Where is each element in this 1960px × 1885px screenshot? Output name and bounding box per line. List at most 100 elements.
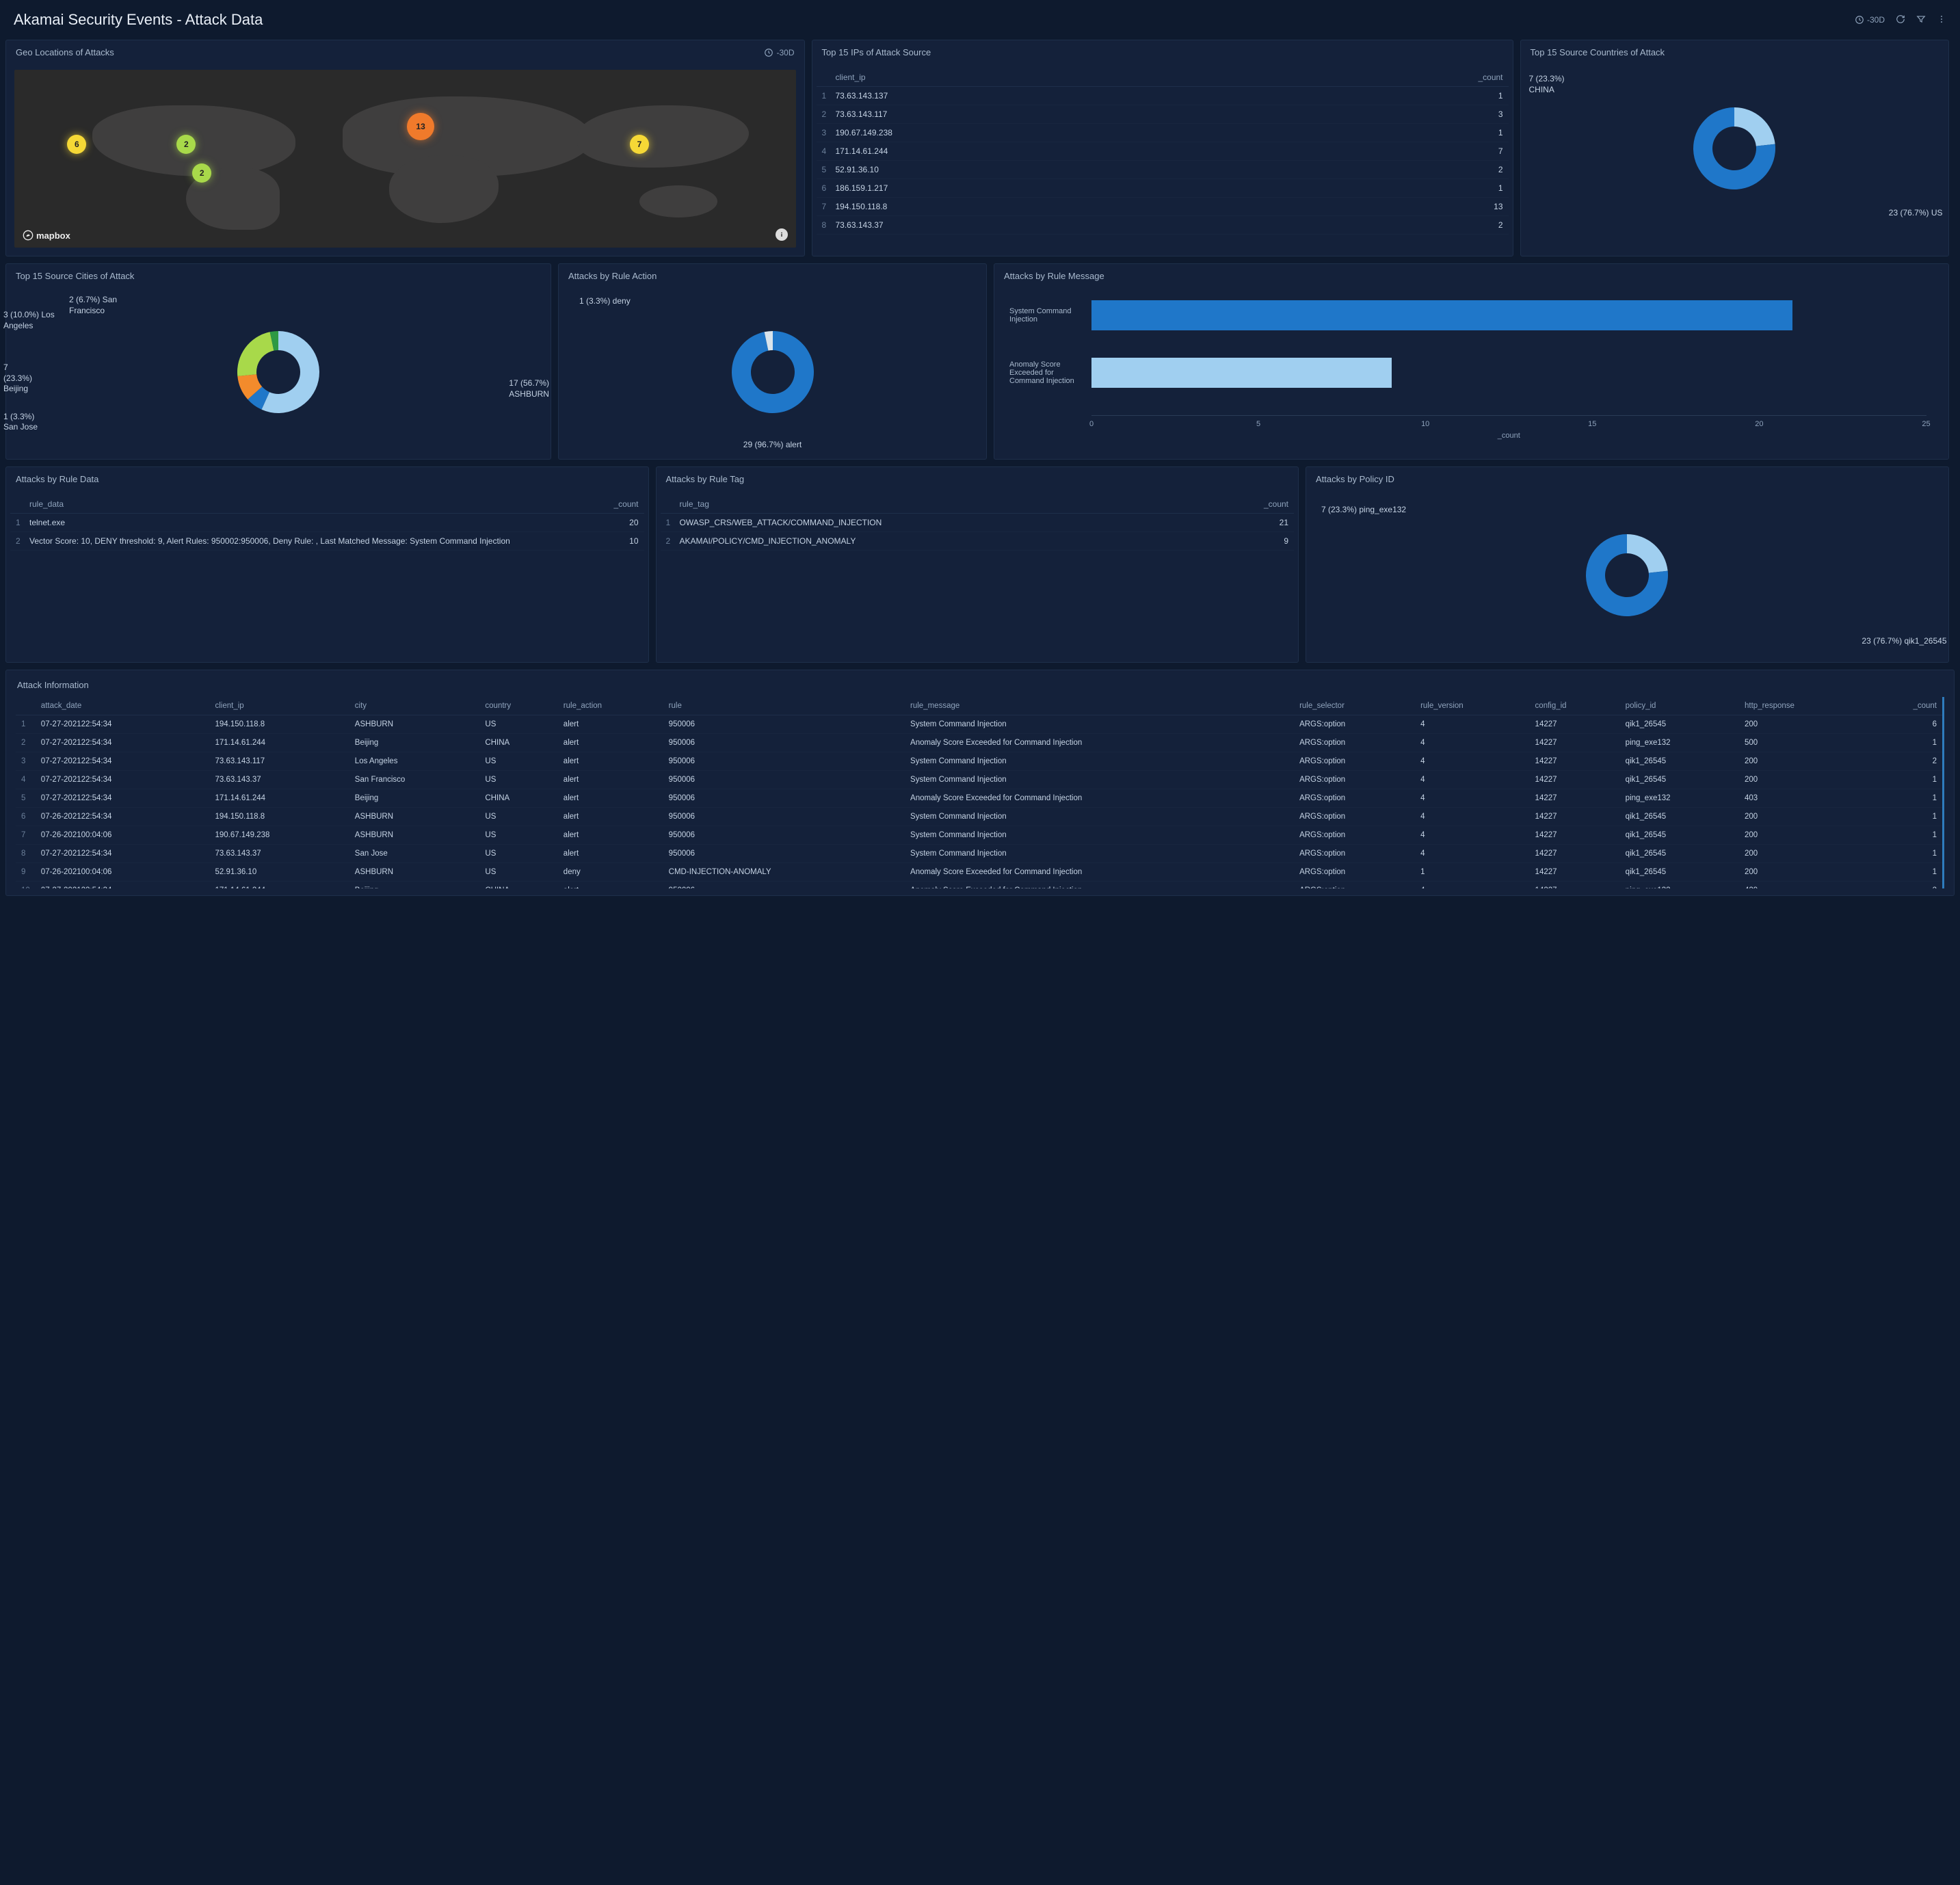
chart-label: 1 (3.3%)San Jose: [3, 412, 38, 433]
panel-top-countries: Top 15 Source Countries of Attack 7 (23.…: [1520, 40, 1949, 256]
table-row[interactable]: 873.63.143.372: [817, 216, 1509, 235]
panel-title: Attacks by Policy ID: [1316, 474, 1394, 484]
page-header: Akamai Security Events - Attack Data -30…: [5, 5, 1955, 40]
panel-rule-data: Attacks by Rule Data rule_data _count 1t…: [5, 466, 649, 663]
info-icon: [778, 230, 786, 239]
table-row[interactable]: 273.63.143.1173: [817, 105, 1509, 124]
donut-policy-id[interactable]: 7 (23.3%) ping_exe13223 (76.7%) qik1_265…: [1314, 497, 1940, 654]
chart-label: 29 (96.7%) alert: [743, 440, 802, 451]
panel-rule-tag: Attacks by Rule Tag rule_tag _count 1OWA…: [656, 466, 1299, 663]
mapbox-logo: mapbox: [23, 230, 70, 241]
chart-label: 17 (56.7%)ASHBURN: [509, 378, 549, 399]
map-info-button[interactable]: [776, 228, 788, 241]
map-bubble[interactable]: 6: [67, 135, 86, 154]
table-row[interactable]: 2Vector Score: 10, DENY threshold: 9, Al…: [10, 532, 644, 551]
chart-label: 23 (76.7%) US: [1889, 208, 1943, 219]
table-row[interactable]: 173.63.143.1371: [817, 87, 1509, 105]
rule-tag-table: rule_tag _count 1OWASP_CRS/WEB_ATTACK/CO…: [661, 495, 1295, 551]
col-city[interactable]: city: [349, 697, 480, 715]
attack-info-table: attack_dateclient_ipcitycountryrule_acti…: [16, 697, 1942, 888]
table-row[interactable]: 807-27-202122:54:3473.63.143.37San JoseU…: [16, 845, 1942, 863]
table-row[interactable]: 4171.14.61.2447: [817, 142, 1509, 161]
chart-label: 7(23.3%)Beijing: [3, 362, 32, 395]
table-row[interactable]: 1telnet.exe20: [10, 514, 644, 532]
panel-title: Attacks by Rule Message: [1004, 271, 1104, 281]
table-row[interactable]: 907-26-202100:04:0652.91.36.10ASHBURNUSd…: [16, 863, 1942, 882]
col-config_id[interactable]: config_id: [1530, 697, 1620, 715]
chart-label: 23 (76.7%) qik1_26545: [1862, 636, 1946, 647]
donut-rule-action[interactable]: 29 (96.7%) alert 1 (3.3%) deny: [567, 293, 978, 451]
map-bubble[interactable]: 2: [192, 163, 211, 183]
col-rule_action[interactable]: rule_action: [558, 697, 663, 715]
panel-title: Top 15 Source Cities of Attack: [16, 271, 134, 281]
bar-chart-rule-message[interactable]: System Command Injection Anomaly Score Ex…: [1003, 293, 1940, 443]
col-rule_selector[interactable]: rule_selector: [1294, 697, 1415, 715]
col-http_response[interactable]: http_response: [1739, 697, 1868, 715]
table-row[interactable]: 307-27-202122:54:3473.63.143.117Los Ange…: [16, 752, 1942, 771]
table-row[interactable]: 2AKAMAI/POLICY/CMD_INJECTION_ANOMALY9: [661, 532, 1295, 551]
filter-icon: [1916, 14, 1926, 24]
refresh-button[interactable]: [1896, 14, 1905, 26]
chart-label: 3 (10.0%) LosAngeles: [3, 310, 55, 331]
panel-time-range[interactable]: -30D: [764, 48, 794, 57]
chart-label: 2 (6.7%) SanFrancisco: [69, 295, 117, 316]
filter-button[interactable]: [1916, 14, 1926, 26]
col-country[interactable]: country: [479, 697, 557, 715]
panel-top-ips: Top 15 IPs of Attack Source client_ip _c…: [812, 40, 1513, 256]
chart-label: 7 (23.3%)CHINA: [1529, 74, 1565, 95]
table-row[interactable]: 707-26-202100:04:06190.67.149.238ASHBURN…: [16, 826, 1942, 845]
table-row[interactable]: 607-26-202122:54:34194.150.118.8ASHBURNU…: [16, 808, 1942, 826]
donut-cities[interactable]: 17 (56.7%)ASHBURN2 (6.7%) SanFrancisco3 …: [14, 293, 542, 451]
table-row[interactable]: 507-27-202122:54:34171.14.61.244BeijingC…: [16, 789, 1942, 808]
map-bubble[interactable]: 2: [176, 135, 196, 154]
col-_count[interactable]: _count: [1868, 697, 1942, 715]
panel-geo-locations: Geo Locations of Attacks -30D: [5, 40, 805, 256]
col-count[interactable]: _count: [602, 495, 644, 514]
col-rule-tag[interactable]: rule_tag: [674, 495, 1206, 514]
table-row[interactable]: 552.91.36.102: [817, 161, 1509, 179]
top-ips-table: client_ip _count 173.63.143.1371273.63.1…: [817, 68, 1509, 235]
panel-title: Geo Locations of Attacks: [16, 47, 114, 57]
table-row[interactable]: 3190.67.149.2381: [817, 124, 1509, 142]
world-map[interactable]: mapbox 6 2 2 13 7: [14, 70, 796, 248]
table-row[interactable]: 1OWASP_CRS/WEB_ATTACK/COMMAND_INJECTION2…: [661, 514, 1295, 532]
panel-title: Attacks by Rule Action: [568, 271, 657, 281]
table-row[interactable]: 1007-27-202122:54:34171.14.61.244Beijing…: [16, 882, 1942, 889]
panel-rule-message: Attacks by Rule Message System Command I…: [994, 263, 1949, 460]
col-client-ip[interactable]: client_ip: [830, 68, 1275, 87]
panel-attack-information: Attack Information attack_dateclient_ipc…: [5, 670, 1955, 896]
more-button[interactable]: [1937, 14, 1946, 26]
clock-icon: [1855, 15, 1864, 25]
panel-title: Attacks by Rule Data: [16, 474, 98, 484]
table-row[interactable]: 107-27-202122:54:34194.150.118.8ASHBURNU…: [16, 715, 1942, 734]
col-rule_version[interactable]: rule_version: [1415, 697, 1529, 715]
table-row[interactable]: 7194.150.118.813: [817, 198, 1509, 216]
panel-title: Attack Information: [17, 680, 89, 690]
page-title: Akamai Security Events - Attack Data: [14, 11, 263, 29]
donut-countries[interactable]: 7 (23.3%)CHINA 23 (76.7%) US: [1529, 70, 1940, 227]
table-row[interactable]: 407-27-202122:54:3473.63.143.37San Franc…: [16, 771, 1942, 789]
col-rule_message[interactable]: rule_message: [905, 697, 1294, 715]
col-rule-data[interactable]: rule_data: [24, 495, 602, 514]
time-range-picker[interactable]: -30D: [1855, 15, 1885, 25]
col-count[interactable]: _count: [1205, 495, 1294, 514]
col-policy_id[interactable]: policy_id: [1620, 697, 1739, 715]
col-rule[interactable]: rule: [663, 697, 905, 715]
more-icon: [1937, 14, 1946, 24]
panel-policy-id: Attacks by Policy ID 7 (23.3%) ping_exe1…: [1306, 466, 1949, 663]
col-client_ip[interactable]: client_ip: [209, 697, 349, 715]
bar-row[interactable]: System Command Injection: [1009, 300, 1926, 330]
table-row[interactable]: 207-27-202122:54:34171.14.61.244BeijingC…: [16, 734, 1942, 752]
chart-label: 7 (23.3%) ping_exe132: [1321, 505, 1406, 516]
chart-label: 1 (3.3%) deny: [579, 296, 631, 307]
col-count[interactable]: _count: [1275, 68, 1509, 87]
panel-title: Attacks by Rule Tag: [666, 474, 745, 484]
panel-rule-action: Attacks by Rule Action 29 (96.7%) alert 1…: [558, 263, 987, 460]
map-bubble[interactable]: 13: [407, 113, 434, 140]
col-attack_date[interactable]: attack_date: [36, 697, 210, 715]
panel-title: Top 15 IPs of Attack Source: [822, 47, 931, 57]
x-axis: 0510152025_count: [1091, 415, 1926, 436]
table-row[interactable]: 6186.159.1.2171: [817, 179, 1509, 198]
bar-row[interactable]: Anomaly Score Exceeded for Command Injec…: [1009, 358, 1926, 388]
map-bubble[interactable]: 7: [630, 135, 649, 154]
